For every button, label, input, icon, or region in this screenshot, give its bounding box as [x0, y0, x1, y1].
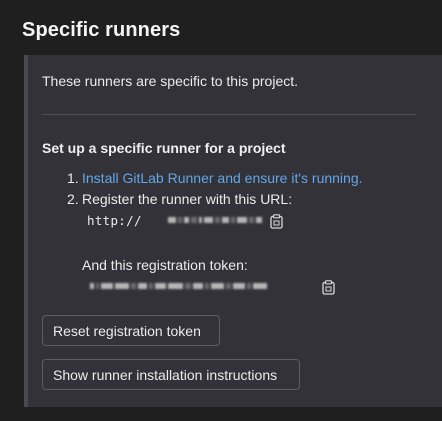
reset-registration-token-button[interactable]: Reset registration token	[42, 315, 220, 346]
page-title: Specific runners	[22, 19, 181, 41]
copy-to-clipboard-icon	[269, 213, 283, 229]
runner-url: http://	[87, 213, 142, 228]
setup-heading: Set up a specific runner for a project	[42, 140, 286, 156]
runner-url-redacted	[168, 214, 262, 226]
install-gitlab-runner-link[interactable]: Install GitLab Runner and ensure it's ru…	[82, 170, 363, 186]
copy-token-icon[interactable]	[320, 279, 336, 295]
page-bottom	[0, 407, 442, 421]
intro-text: These runners are specific to this proje…	[42, 73, 299, 89]
copy-url-icon[interactable]	[268, 213, 284, 229]
show-runner-instructions-button[interactable]: Show runner installation instructions	[42, 359, 300, 390]
register-url-label: Register the runner with this URL:	[82, 191, 293, 207]
copy-to-clipboard-icon	[321, 279, 335, 295]
step-2-number: 2.	[67, 191, 79, 207]
step-1-number: 1.	[67, 170, 79, 186]
registration-token-label: And this registration token:	[82, 257, 248, 273]
registration-token-redacted	[90, 280, 267, 292]
runners-panel: These runners are specific to this proje…	[24, 55, 442, 407]
divider	[42, 114, 416, 115]
